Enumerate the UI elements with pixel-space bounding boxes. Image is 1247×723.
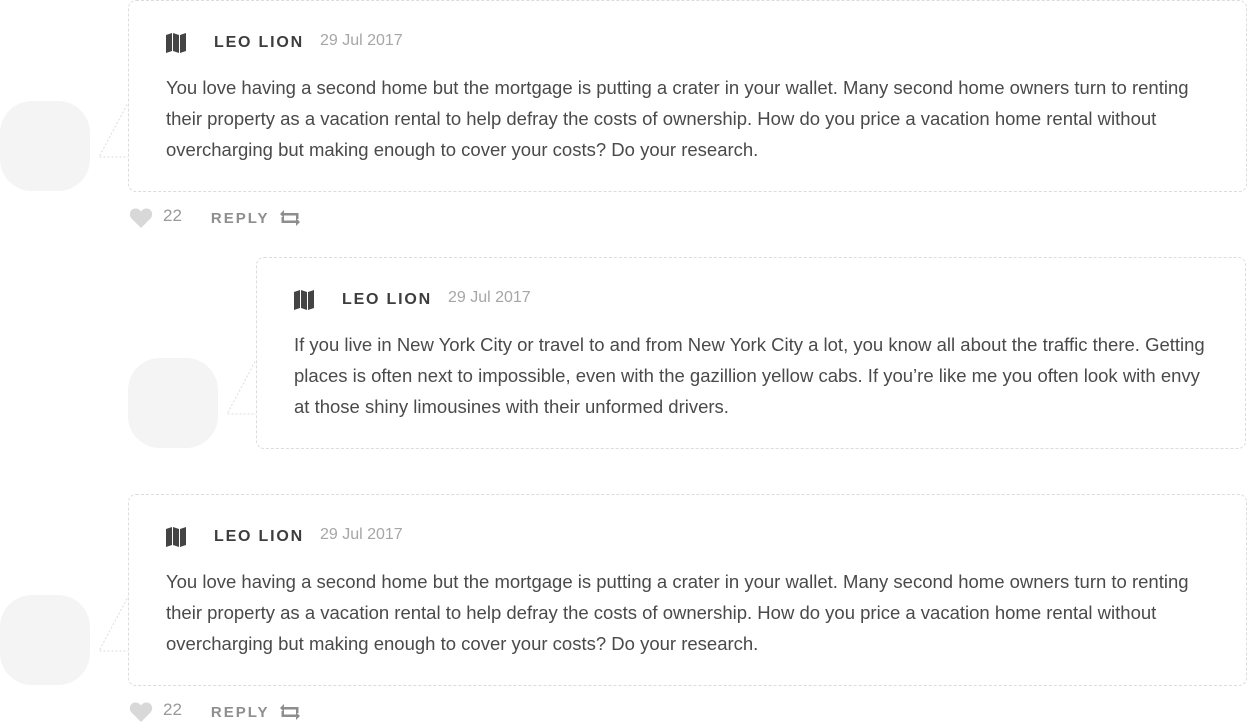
reply-arrows-icon[interactable]	[279, 209, 300, 227]
comment-actions: 22 Reply	[129, 206, 300, 229]
comment-meta: Leo Lion 29 Jul 2017	[294, 288, 531, 312]
avatar[interactable]	[0, 595, 90, 685]
comment-date: 29 Jul 2017	[447, 289, 531, 306]
comment-meta: Leo Lion 29 Jul 2017	[166, 525, 403, 549]
comment-text: You love having a second home but the mo…	[166, 77, 1189, 160]
avatar[interactable]	[128, 358, 218, 448]
comment-date: 29 Jul 2017	[319, 526, 403, 543]
comment-text: If you live in New York City or travel t…	[294, 334, 1205, 417]
author-name[interactable]: Leo Lion	[214, 528, 304, 546]
map-icon	[294, 290, 314, 310]
avatar[interactable]	[0, 101, 90, 191]
reply-button[interactable]: Reply	[211, 210, 270, 227]
comment-meta: Leo Lion 29 Jul 2017	[166, 31, 403, 55]
map-icon	[166, 527, 186, 547]
heart-icon[interactable]	[129, 701, 153, 723]
speech-pointer	[98, 100, 130, 158]
comment-card: Leo Lion 29 Jul 2017 If you live in New …	[256, 257, 1246, 449]
comment-text: You love having a second home but the mo…	[166, 571, 1189, 654]
reply-arrows-icon[interactable]	[279, 703, 300, 721]
like-count: 22	[163, 206, 182, 225]
comment-date: 29 Jul 2017	[319, 32, 403, 49]
speech-pointer	[226, 357, 258, 415]
reply-button[interactable]: Reply	[211, 704, 270, 721]
heart-icon[interactable]	[129, 207, 153, 229]
comment-actions: 22 Reply	[129, 700, 300, 723]
speech-pointer	[98, 594, 130, 652]
map-icon	[166, 33, 186, 53]
author-name[interactable]: Leo Lion	[342, 291, 432, 309]
like-count: 22	[163, 700, 182, 719]
author-name[interactable]: Leo Lion	[214, 34, 304, 52]
comment-card: Leo Lion 29 Jul 2017 You love having a s…	[128, 494, 1247, 686]
comment-card: Leo Lion 29 Jul 2017 You love having a s…	[128, 0, 1247, 192]
